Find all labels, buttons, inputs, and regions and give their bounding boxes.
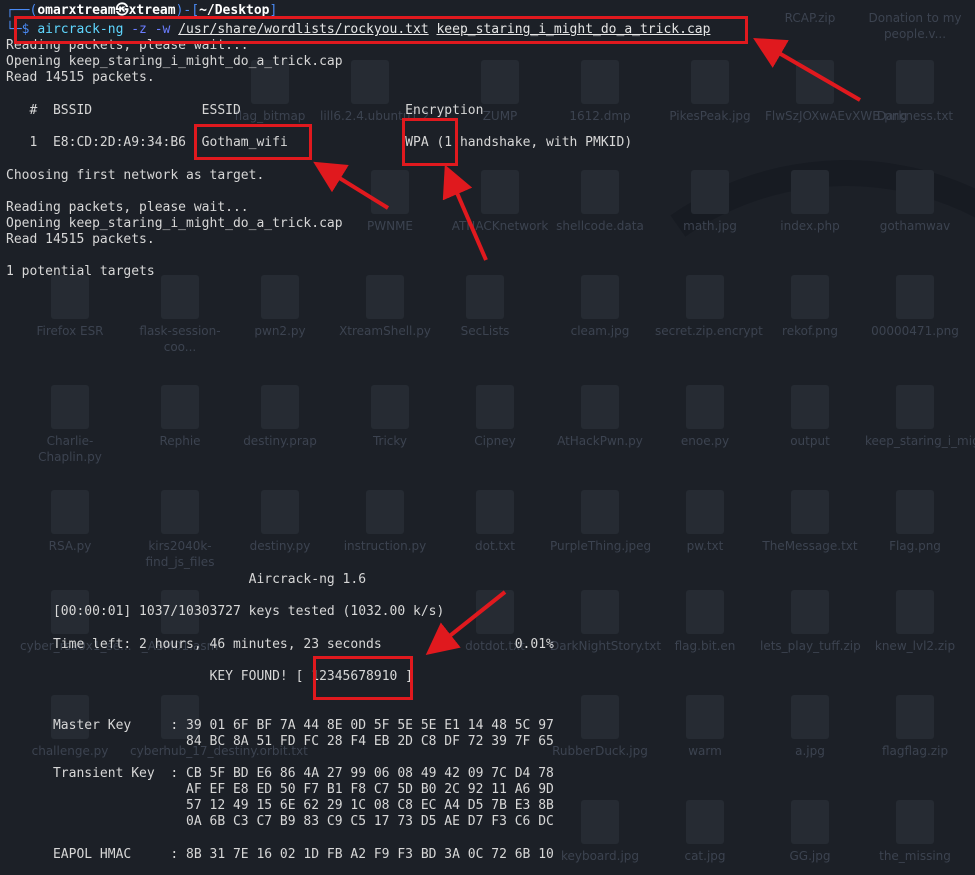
arrow-to-command bbox=[753, 37, 862, 102]
arrow-to-encryption bbox=[442, 164, 488, 261]
arrow-to-essid bbox=[313, 161, 390, 210]
arrow-to-key bbox=[425, 590, 507, 655]
annotation-arrows bbox=[313, 37, 862, 655]
